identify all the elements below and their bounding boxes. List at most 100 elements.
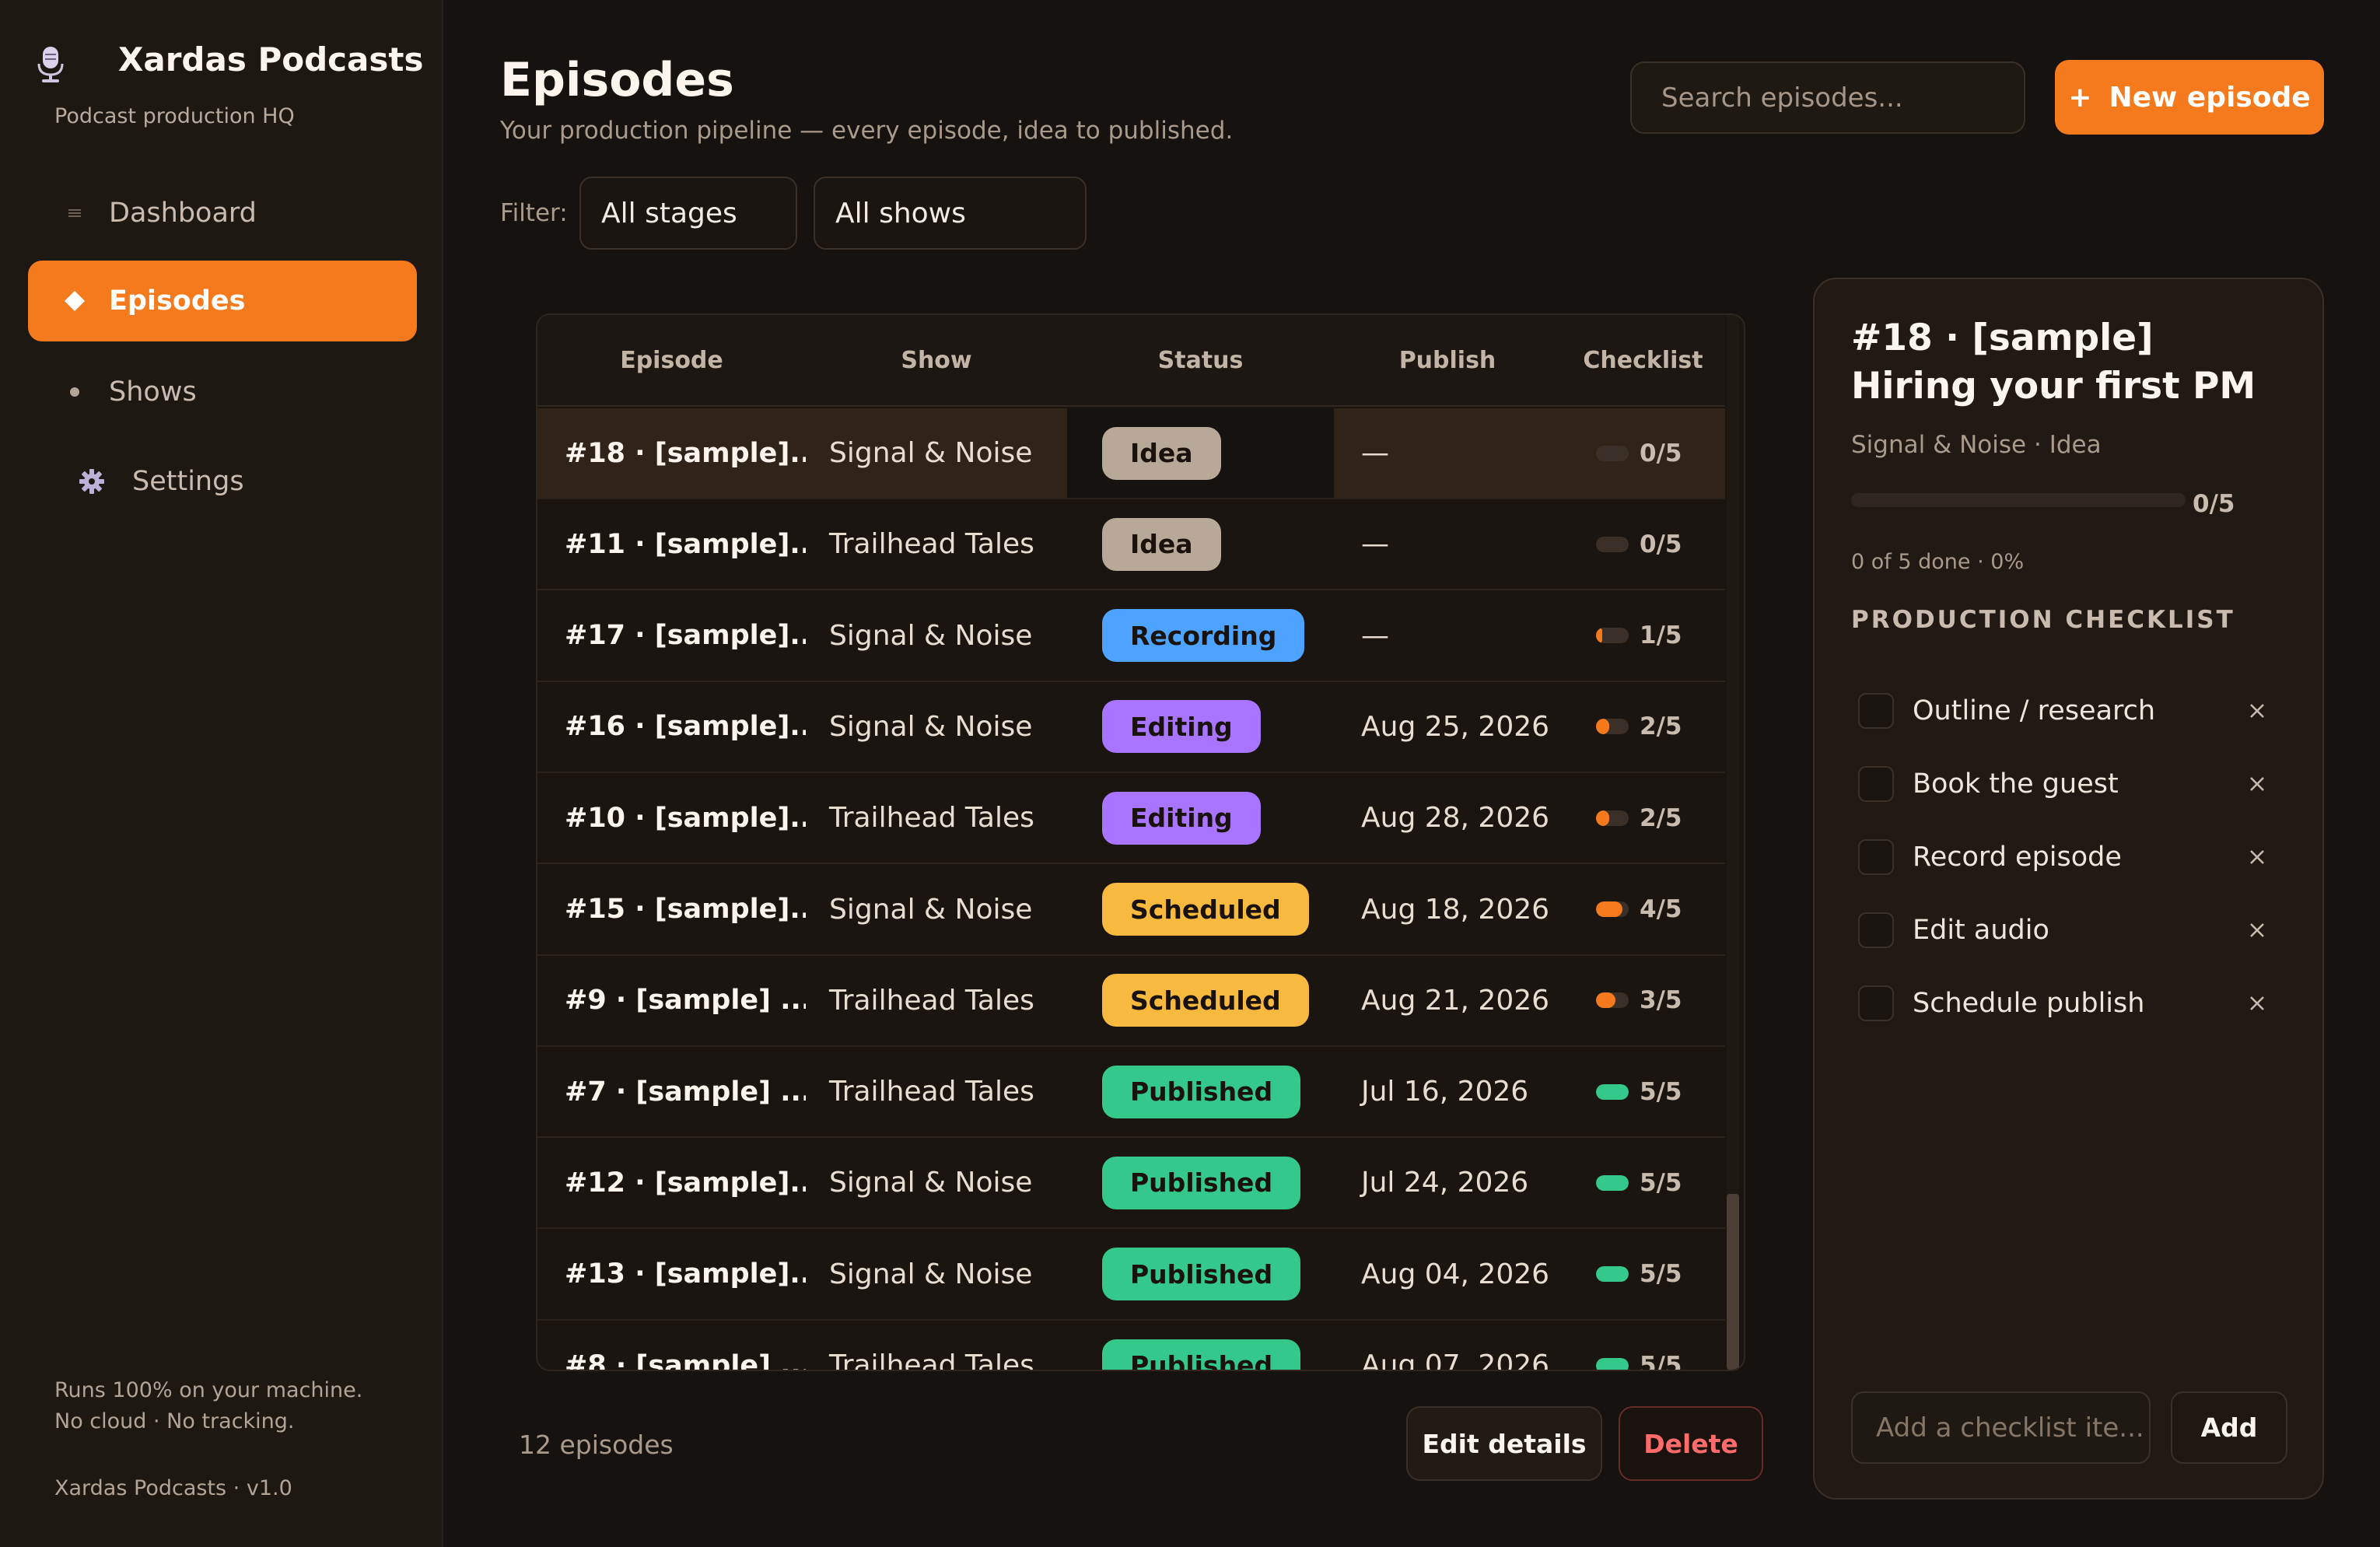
checklist-checkbox[interactable] [1858,985,1894,1021]
page-title: Episodes [500,53,734,107]
checklist-progress-fill [1596,992,1616,1009]
meta-separator: · [1977,550,1991,574]
checklist-item-label: Schedule publish [1913,988,2145,1019]
publish-cell: Jul 16, 2026 [1361,1076,1529,1108]
close-icon[interactable] [2244,775,2270,793]
episode-cell: #9 · [sample] ... [565,985,806,1017]
column-header-status[interactable]: Status [1067,347,1334,374]
show-filter-select[interactable]: All shows [814,177,1087,250]
column-header-checklist[interactable]: Checklist [1561,347,1725,374]
checklist-progress-bar [1596,1174,1629,1191]
gear-icon [68,467,115,495]
checklist-progress-fill [1596,901,1622,917]
checklist-item: Edit audio [1858,903,2270,957]
checklist-progress-bar [1596,1357,1629,1370]
close-icon[interactable] [2244,921,2270,940]
table-row[interactable]: #7 · [sample] ... Trailhead Tales Publishe… [537,1047,1725,1139]
close-icon[interactable] [2244,848,2270,866]
checklist-progress-fill [1596,1174,1629,1191]
edit-details-button[interactable]: Edit details [1406,1406,1602,1481]
checklist-cell: 2/5 [1561,682,1725,772]
close-icon[interactable] [2244,994,2270,1013]
checklist-fraction: 4/5 [1640,895,1682,923]
sidebar-item-shows[interactable]: Shows [28,352,417,432]
done-count: 0 of 5 done [1851,550,1971,574]
checklist-item-label: Outline / research [1913,695,2156,726]
status-badge: Recording [1102,609,1305,663]
checklist-fraction: 2/5 [1640,803,1682,832]
status-badge: Editing [1102,791,1261,845]
episode-cell: #11 · [sample]... [565,528,806,560]
checklist-progress-bar [1596,628,1629,644]
sidebar-item-episodes[interactable]: Episodes [28,261,417,341]
checklist-checkbox[interactable] [1858,693,1894,729]
show-cell: Trailhead Tales [829,1076,1034,1108]
checklist-checkbox[interactable] [1858,912,1894,948]
checklist-cell: 2/5 [1561,773,1725,863]
new-episode-label: New episode [2109,81,2311,114]
app-root: Xardas Podcasts Podcast production HQ Da… [0,0,2380,1547]
checklist-progress-fill [1596,1357,1629,1370]
status-cell: Idea [1067,499,1334,589]
checklist-cell: 0/5 [1561,499,1725,589]
table-row[interactable]: #13 · [sample]... Signal & Noise Published… [537,1230,1725,1321]
table-row[interactable]: #12 · [sample]... Signal & Noise Published… [537,1138,1725,1230]
sidebar-item-dashboard[interactable]: Dashboard [28,173,417,254]
detail-progress-text: 0 of 5 done · 0% [1851,550,2024,574]
table-row[interactable]: #15 · [sample]... Signal & Noise Scheduled… [537,865,1725,956]
filter-label: Filter: [500,199,568,227]
detail-progress-bar [1851,493,2186,507]
checklist-cell: 5/5 [1561,1321,1725,1370]
episodes-table: Episode Show Status Publish Checklist #1… [536,313,1745,1371]
publish-cell: — [1361,528,1389,561]
show-cell: Signal & Noise [829,1167,1033,1199]
search-input[interactable] [1630,61,2025,134]
column-header-show[interactable]: Show [806,347,1067,374]
checklist-fraction: 1/5 [1640,621,1682,650]
table-scrollbar-thumb[interactable] [1727,1194,1739,1370]
column-header-episode[interactable]: Episode [537,347,806,374]
episode-cell: #12 · [sample]... [565,1167,806,1199]
table-row[interactable]: #18 · [sample]... Signal & Noise Idea — 0/5 [537,408,1725,499]
episode-cell: #18 · [sample]... [565,437,806,469]
publish-cell: Aug 18, 2026 [1361,893,1550,926]
episode-cell: #8 · [sample] ... [565,1349,806,1371]
status-badge: Scheduled [1102,974,1309,1027]
checklist-checkbox[interactable] [1858,766,1894,802]
table-row[interactable]: #16 · [sample]... Signal & Noise Editing Au… [537,682,1725,773]
show-cell: Signal & Noise [829,619,1033,652]
detail-stage: Idea [2049,431,2102,459]
table-row[interactable]: #8 · [sample] ... Trailhead Tales Publishe… [537,1321,1725,1371]
add-checklist-button[interactable]: Add [2171,1391,2287,1464]
detail-title: #18 · [sample] Hiring your first PM [1851,317,2256,408]
show-cell: Trailhead Tales [829,528,1034,561]
close-icon[interactable] [2244,702,2270,720]
status-cell: Editing [1067,682,1334,772]
add-checklist-input[interactable] [1851,1391,2151,1464]
checklist-progress-bar [1596,1266,1629,1283]
stage-filter-select[interactable]: All stages [579,177,797,250]
show-cell: Signal & Noise [829,893,1033,926]
checklist-cell: 0/5 [1561,408,1725,498]
new-episode-button[interactable]: + New episode [2055,60,2324,135]
checklist-progress-bar [1596,445,1629,461]
detail-show: Signal & Noise [1851,431,2027,459]
publish-cell: Aug 21, 2026 [1361,984,1550,1017]
delete-button[interactable]: Delete [1619,1406,1763,1481]
sidebar-item-label: Shows [109,376,197,408]
detail-progress-fraction: 0/5 [2193,490,2235,518]
checklist-cell: 5/5 [1561,1047,1725,1136]
episode-cell: #15 · [sample]... [565,894,806,925]
column-header-publish[interactable]: Publish [1334,347,1561,374]
status-cell: Published [1067,1047,1334,1136]
table-row[interactable]: #17 · [sample]... Signal & Noise Recording… [537,591,1725,682]
table-row[interactable]: #9 · [sample] ... Trailhead Tales Schedule… [537,956,1725,1047]
table-row[interactable]: #10 · [sample]... Trailhead Tales Editing A… [537,773,1725,865]
checklist-cell: 3/5 [1561,956,1725,1045]
privacy-line-1: Runs 100% on your machine. [54,1378,363,1402]
sidebar-item-settings[interactable]: Settings [28,441,417,522]
checklist-checkbox[interactable] [1858,839,1894,875]
checklist-fraction: 5/5 [1640,1077,1682,1106]
table-row[interactable]: #11 · [sample]... Trailhead Tales Idea — 0/5 [537,499,1725,591]
checklist-progress-bar [1596,992,1629,1009]
